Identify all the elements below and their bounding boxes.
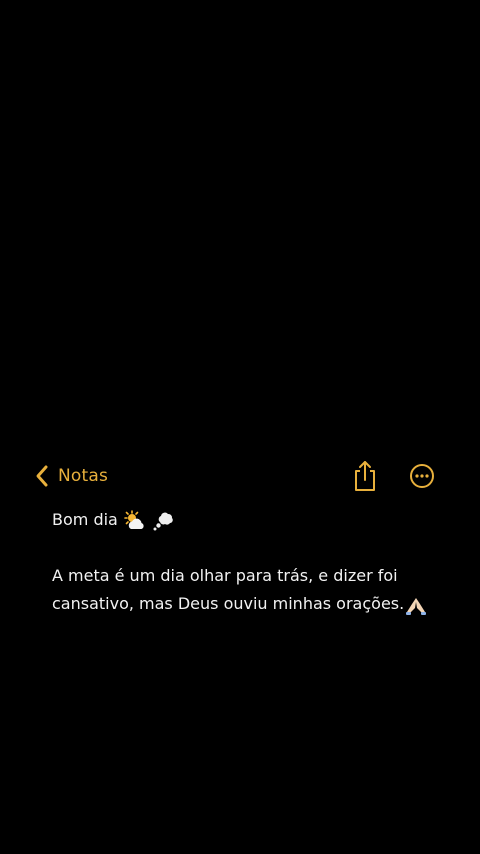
- note-greeting-line: Bom dia: [52, 506, 452, 534]
- note-nav-bar: Notas: [0, 455, 480, 497]
- back-button[interactable]: Notas: [34, 461, 108, 491]
- chevron-left-icon: [36, 465, 48, 487]
- note-content[interactable]: Bom dia A meta é um dia olhar para trás,…: [52, 506, 452, 618]
- more-ellipsis-icon[interactable]: [409, 463, 435, 489]
- share-icon[interactable]: [351, 459, 379, 493]
- thought-balloon-icon: [153, 512, 173, 530]
- sun-behind-cloud-icon: [124, 509, 144, 529]
- note-body-line-2: cansativo, mas Deus ouviu minhas orações…: [52, 594, 405, 613]
- note-body-line-1: A meta é um dia olhar para trás, e dizer…: [52, 566, 398, 585]
- note-greeting: Bom dia: [52, 510, 118, 529]
- back-button-label: Notas: [58, 466, 109, 486]
- folded-hands-icon: [406, 597, 427, 615]
- note-body-line-2-wrapper: cansativo, mas Deus ouviu minhas orações…: [52, 590, 452, 618]
